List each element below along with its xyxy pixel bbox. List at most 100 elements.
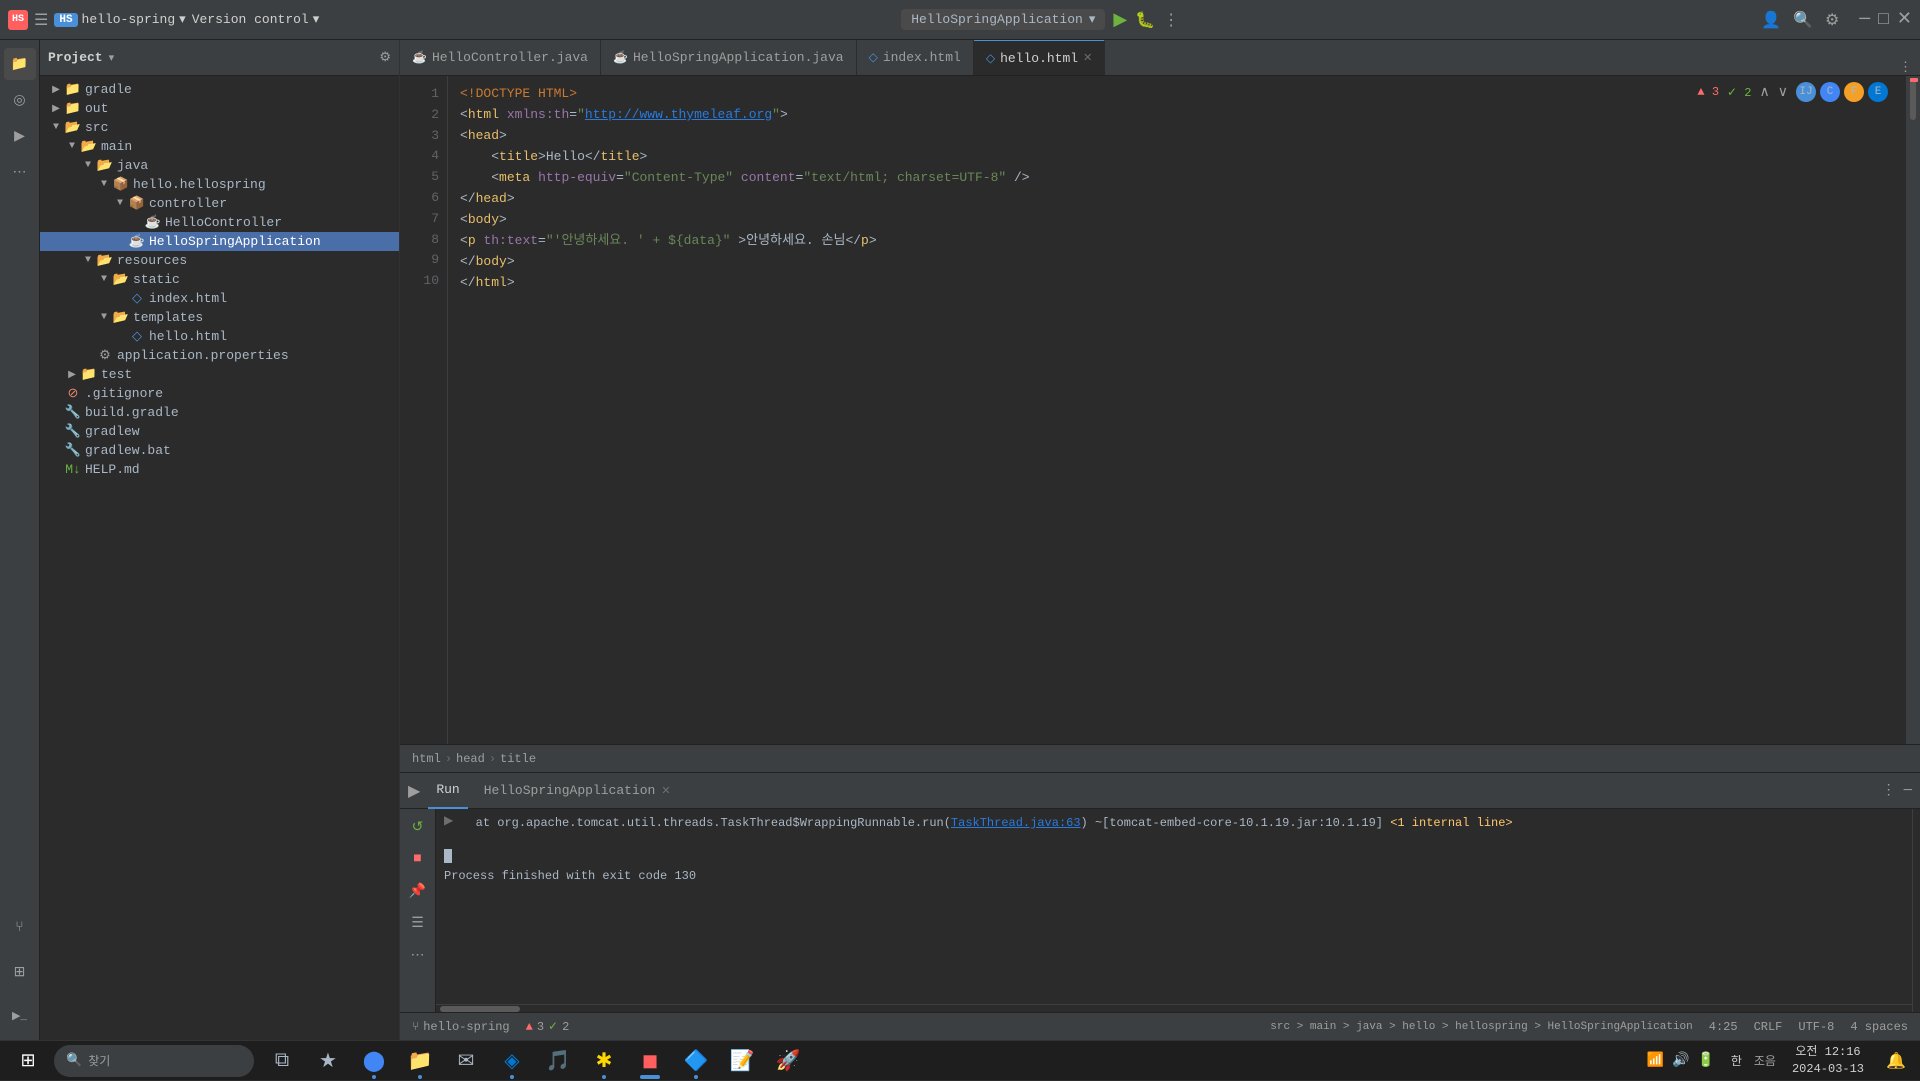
tree-item-hellohtml[interactable]: ▶ ◇ hello.html: [40, 327, 399, 346]
tree-item-buildgradle[interactable]: ▶ 🔧 build.gradle: [40, 403, 399, 422]
run-log-body[interactable]: ▶ at org.apache.tomcat.util.threads.Task…: [436, 809, 1912, 1004]
tree-item-gradlew[interactable]: ▶ 🔧 gradlew: [40, 422, 399, 441]
nav-up-icon[interactable]: ∧: [1760, 84, 1770, 101]
line-ending[interactable]: CRLF: [1754, 1020, 1783, 1034]
tree-item-test[interactable]: ▶ 📁 test: [40, 365, 399, 384]
breadcrumb-title[interactable]: title: [500, 752, 536, 766]
tree-item-controller[interactable]: ▼ 📦 controller: [40, 194, 399, 213]
run-button[interactable]: ▶: [1113, 9, 1127, 31]
taskbar-app-explorer[interactable]: 📁: [398, 1041, 442, 1081]
close-button[interactable]: ✕: [1897, 11, 1912, 29]
indent-setting[interactable]: 4 spaces: [1850, 1020, 1908, 1034]
run-log-expand-icon[interactable]: ▶: [444, 813, 453, 828]
tree-item-src[interactable]: ▼ 📂 src: [40, 118, 399, 137]
tray-volume-icon[interactable]: 🔊: [1672, 1052, 1689, 1069]
run-tab-config-close-icon[interactable]: ✕: [661, 784, 670, 798]
chrome-browser-icon[interactable]: C: [1820, 82, 1840, 102]
debug-button[interactable]: 🐛: [1135, 10, 1155, 30]
tree-item-hellocontroller[interactable]: ▶ ☕ HelloController: [40, 213, 399, 232]
taskbar-app-star[interactable]: ★: [306, 1041, 350, 1081]
taskbar-app-task-view[interactable]: ⧉: [260, 1041, 304, 1081]
run-restart-icon[interactable]: ↺: [404, 813, 432, 841]
run-tab-run[interactable]: Run: [428, 773, 467, 809]
notification-area[interactable]: 🔔: [1876, 1041, 1916, 1081]
tree-item-hellospring[interactable]: ▼ 📦 hello.hellospring: [40, 175, 399, 194]
panel-settings-icon[interactable]: ⚙: [379, 50, 391, 65]
tree-item-gradlewbat[interactable]: ▶ 🔧 gradlew.bat: [40, 441, 399, 460]
taskbar-app-git[interactable]: 🔷: [674, 1041, 718, 1081]
run-pin-icon[interactable]: 📌: [404, 877, 432, 905]
tree-item-gradle[interactable]: ▶ 📁 gradle: [40, 80, 399, 99]
sidebar-item-more[interactable]: ⋯: [4, 156, 36, 188]
cursor-position[interactable]: 4:25: [1709, 1020, 1738, 1034]
tree-item-templates[interactable]: ▼ 📂 templates: [40, 308, 399, 327]
tab-indexhtml[interactable]: ◇ index.html: [857, 40, 974, 75]
run-more-icon[interactable]: ⋯: [404, 941, 432, 969]
taskbar-app-intellij[interactable]: ◼: [628, 1041, 672, 1081]
intellij-browser-icon[interactable]: IJ: [1796, 82, 1816, 102]
tree-item-gitignore[interactable]: ▶ ⊘ .gitignore: [40, 384, 399, 403]
taskbar-search[interactable]: 🔍 찾기: [54, 1045, 254, 1077]
taskbar-app-music[interactable]: 🎵: [536, 1041, 580, 1081]
breadcrumb-head[interactable]: head: [456, 752, 485, 766]
run-vertical-scrollbar[interactable]: [1912, 809, 1920, 1012]
tab-hellocontroller[interactable]: ☕ HelloController.java: [400, 40, 601, 75]
sidebar-item-terminal[interactable]: ▶_: [4, 1000, 36, 1032]
run-panel-minimize-icon[interactable]: ─: [1904, 783, 1912, 799]
run-tab-config[interactable]: HelloSpringApplication ✕: [476, 773, 679, 809]
tree-item-helpmd[interactable]: ▶ M↓ HELP.md: [40, 460, 399, 479]
tree-item-java[interactable]: ▼ 📂 java: [40, 156, 399, 175]
taskbar-app-kakaotalk[interactable]: ✱: [582, 1041, 626, 1081]
tree-item-hellospringapplication[interactable]: ▶ ☕ HelloSpringApplication: [40, 232, 399, 251]
tree-item-static[interactable]: ▼ 📂 static: [40, 270, 399, 289]
taskbar-app-rocketicon[interactable]: 🚀: [766, 1041, 810, 1081]
version-control[interactable]: Version control ▾: [192, 12, 320, 27]
firefox-browser-icon[interactable]: F: [1844, 82, 1864, 102]
run-config[interactable]: HelloSpringApplication ▾: [901, 9, 1105, 30]
tray-battery-icon[interactable]: 🔋: [1697, 1052, 1714, 1069]
sidebar-item-structure[interactable]: ⊞: [4, 956, 36, 988]
run-settings-icon[interactable]: ☰: [404, 909, 432, 937]
code-content[interactable]: <!DOCTYPE HTML> <html xmlns:th="http://w…: [448, 76, 1920, 744]
taskbar-app-vscode[interactable]: ◈: [490, 1041, 534, 1081]
tree-item-main[interactable]: ▼ 📂 main: [40, 137, 399, 156]
edge-browser-icon[interactable]: E: [1868, 82, 1888, 102]
system-clock[interactable]: 오전 12:16 2024-03-13: [1784, 1044, 1872, 1078]
user-profile-icon[interactable]: 👤: [1761, 10, 1781, 30]
project-name[interactable]: HS hello-spring ▾: [54, 12, 185, 27]
tab-hellospringapplication[interactable]: ☕ HelloSpringApplication.java: [601, 40, 857, 75]
sidebar-item-run-debug[interactable]: ▶: [4, 120, 36, 152]
editor-scrollbar[interactable]: [1906, 76, 1920, 744]
git-branch-indicator[interactable]: ⑂ hello-spring: [412, 1020, 510, 1034]
tray-network-icon[interactable]: 📶: [1647, 1052, 1664, 1069]
tray-input-method[interactable]: 한: [1727, 1052, 1746, 1069]
tree-item-resources[interactable]: ▼ 📂 resources: [40, 251, 399, 270]
encoding[interactable]: UTF-8: [1798, 1020, 1834, 1034]
error-indicator[interactable]: ▲ 3 ✓ 2: [526, 1019, 570, 1034]
taskbar-app-chrome[interactable]: ⬤: [352, 1041, 396, 1081]
tree-item-out[interactable]: ▶ 📁 out: [40, 99, 399, 118]
tree-item-appprops[interactable]: ▶ ⚙ application.properties: [40, 346, 399, 365]
hamburger-menu-icon[interactable]: ☰: [34, 10, 48, 30]
taskbar-app-mail[interactable]: ✉: [444, 1041, 488, 1081]
start-button[interactable]: ⊞: [4, 1041, 52, 1081]
search-everywhere-icon[interactable]: 🔍: [1793, 10, 1813, 30]
more-run-options-icon[interactable]: ⋮: [1163, 10, 1179, 30]
taskbar-app-notes[interactable]: 📝: [720, 1041, 764, 1081]
tab-hellohtml-close-icon[interactable]: ✕: [1083, 51, 1092, 65]
run-horizontal-scrollbar[interactable]: [436, 1004, 1912, 1012]
sidebar-item-project[interactable]: 📁: [4, 48, 36, 80]
breadcrumb-html[interactable]: html: [412, 752, 441, 766]
sidebar-item-commit[interactable]: ◎: [4, 84, 36, 116]
maximize-button[interactable]: □: [1878, 11, 1889, 29]
settings-icon[interactable]: ⚙: [1825, 10, 1839, 30]
run-panel-more-icon[interactable]: ⋮: [1882, 782, 1896, 799]
tabs-more-button[interactable]: ⋮: [1891, 60, 1920, 75]
nav-down-icon[interactable]: ∨: [1778, 84, 1788, 101]
tree-item-indexhtml[interactable]: ▶ ◇ index.html: [40, 289, 399, 308]
minimize-button[interactable]: ─: [1859, 11, 1870, 29]
run-panel-expand-icon[interactable]: ▶: [408, 781, 420, 801]
sidebar-item-git[interactable]: ⑂: [4, 912, 36, 944]
tab-hellohtml[interactable]: ◇ hello.html ✕: [974, 40, 1105, 75]
tray-lang-toggle[interactable]: 조음: [1750, 1052, 1780, 1069]
